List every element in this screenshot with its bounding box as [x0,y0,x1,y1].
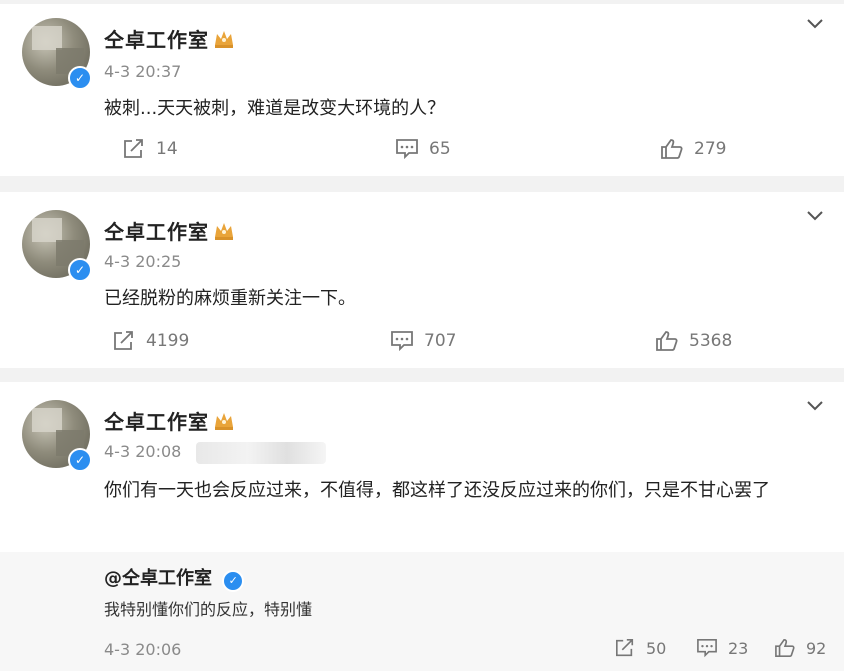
reply-author-name[interactable]: @仝卓工作室 ✓ [104,564,245,592]
post-timestamp: 4-3 20:37 [104,62,182,81]
reply-content: 我特别懂你们的反应，特别懂 [104,600,313,619]
chevron-down-icon[interactable] [806,18,824,30]
post-content: 已经脱粉的麻烦重新关注一下。 [104,288,356,309]
comment-count: 65 [429,139,451,159]
post-card: ✓ 仝卓工作室 4-3 20:25 已经脱粉的麻烦重新关注一下。 4199 70… [0,192,844,368]
post-author-name[interactable]: 仝卓工作室 [104,24,235,53]
reply-timestamp: 4-3 20:06 [104,640,182,659]
repost-count: 14 [156,139,178,159]
share-icon [114,331,133,350]
post-content: 被刺...天天被刺，难道是改变大环境的人？ [104,98,446,119]
thumbs-up-icon [775,638,795,657]
repost-button[interactable]: 50 [614,638,666,658]
chevron-down-icon[interactable] [806,400,824,412]
comment-icon [697,639,717,658]
comment-icon [391,331,413,352]
thumbs-up-icon [656,331,678,351]
blurred-source [196,442,326,464]
crown-badge-icon [215,413,233,430]
repost-button[interactable]: 4199 [112,330,189,352]
comment-button[interactable]: 707 [390,330,456,352]
comment-count: 707 [424,331,457,351]
comment-button[interactable]: 23 [696,638,748,658]
post-card: ✓ 仝卓工作室 4-3 20:08 你们有一天也会反应过来，不值得，都这样了还没… [0,382,844,552]
comment-count: 23 [728,638,749,658]
post-author-name[interactable]: 仝卓工作室 [104,216,235,245]
verified-check-icon: ✓ [222,570,245,592]
comment-button[interactable]: 65 [395,138,451,160]
post-separator [0,368,844,382]
like-count: 92 [806,638,827,658]
share-icon [616,639,634,657]
share-icon [124,139,143,158]
like-button[interactable]: 5368 [655,330,732,352]
chevron-down-icon[interactable] [806,210,824,222]
comment-icon [396,139,418,160]
quoted-reply[interactable]: @仝卓工作室 ✓ 我特别懂你们的反应，特别懂 4-3 20:06 50 23 9… [0,552,844,671]
repost-count: 4199 [146,331,190,351]
like-button[interactable]: 279 [660,138,726,160]
post-card: ✓ 仝卓工作室 4-3 20:37 被刺...天天被刺，难道是改变大环境的人？ … [0,4,844,174]
verified-check-icon: ✓ [68,258,92,282]
like-count: 279 [694,139,727,159]
post-separator [0,176,844,192]
post-timestamp: 4-3 20:08 [104,442,182,461]
crown-badge-icon [215,223,233,240]
like-button[interactable]: 92 [774,638,826,658]
verified-check-icon: ✓ [68,66,92,90]
thumbs-up-icon [661,139,683,159]
post-author-name[interactable]: 仝卓工作室 [104,406,235,435]
crown-badge-icon [215,31,233,48]
verified-check-icon: ✓ [68,448,92,472]
post-timestamp: 4-3 20:25 [104,252,182,271]
like-count: 5368 [689,331,733,351]
repost-button[interactable]: 14 [122,138,178,160]
repost-count: 50 [646,638,667,658]
post-content: 你们有一天也会反应过来，不值得，都这样了还没反应过来的你们，只是不甘心罢了 [104,480,770,501]
